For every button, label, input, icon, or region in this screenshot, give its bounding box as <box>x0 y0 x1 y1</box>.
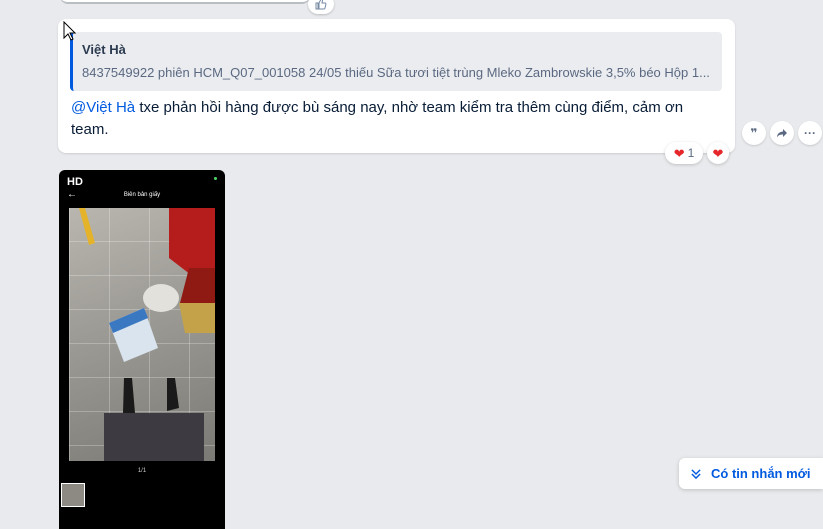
thumbnail[interactable] <box>61 483 85 507</box>
add-reaction-button[interactable]: ❤ <box>707 142 729 164</box>
cursor-icon <box>63 21 77 41</box>
heart-icon: ❤ <box>673 145 685 161</box>
quote-author: Việt Hà <box>82 42 126 57</box>
heart-icon: ❤ <box>712 145 724 161</box>
more-icon: ··· <box>804 126 816 140</box>
like-button[interactable] <box>308 0 334 14</box>
status-dot <box>214 177 217 180</box>
photo-content <box>69 208 215 461</box>
mention-link[interactable]: @Việt Hà <box>71 99 135 116</box>
page-indicator: 1/1 <box>137 468 147 474</box>
more-button[interactable]: ··· <box>798 121 822 145</box>
message-body: txe phản hồi hàng được bù sáng nay, nhờ … <box>71 99 684 138</box>
quote-text: 8437549922 phiên HCM_Q07_001058 24/05 th… <box>82 65 710 80</box>
message-bubble[interactable]: Việt Hà 8437549922 phiên HCM_Q07_001058 … <box>58 19 735 153</box>
share-icon <box>777 129 787 138</box>
reply-button[interactable]: ❞ <box>742 121 766 145</box>
photo-scene-graphic <box>79 208 215 461</box>
new-messages-button[interactable]: Có tin nhắn mới <box>679 458 823 489</box>
reaction-summary[interactable]: ❤ 1 <box>665 142 703 164</box>
previous-message-bubble <box>60 0 310 4</box>
document-title: Biên bản giấy <box>123 192 161 198</box>
quote-icon: ❞ <box>750 126 758 140</box>
message-text: @Việt Hà txe phản hồi hàng được bù sáng … <box>71 97 711 141</box>
like-icon <box>315 0 327 10</box>
quoted-message[interactable]: Việt Hà 8437549922 phiên HCM_Q07_001058 … <box>70 32 722 91</box>
double-chevron-down-icon <box>691 468 701 479</box>
hd-badge: HD <box>67 176 83 188</box>
reaction-count: 1 <box>687 146 695 160</box>
forward-button[interactable] <box>770 121 794 145</box>
image-attachment[interactable]: HD ← Biên bản giấy 1/1 <box>59 170 225 529</box>
new-messages-label: Có tin nhắn mới <box>711 466 811 481</box>
